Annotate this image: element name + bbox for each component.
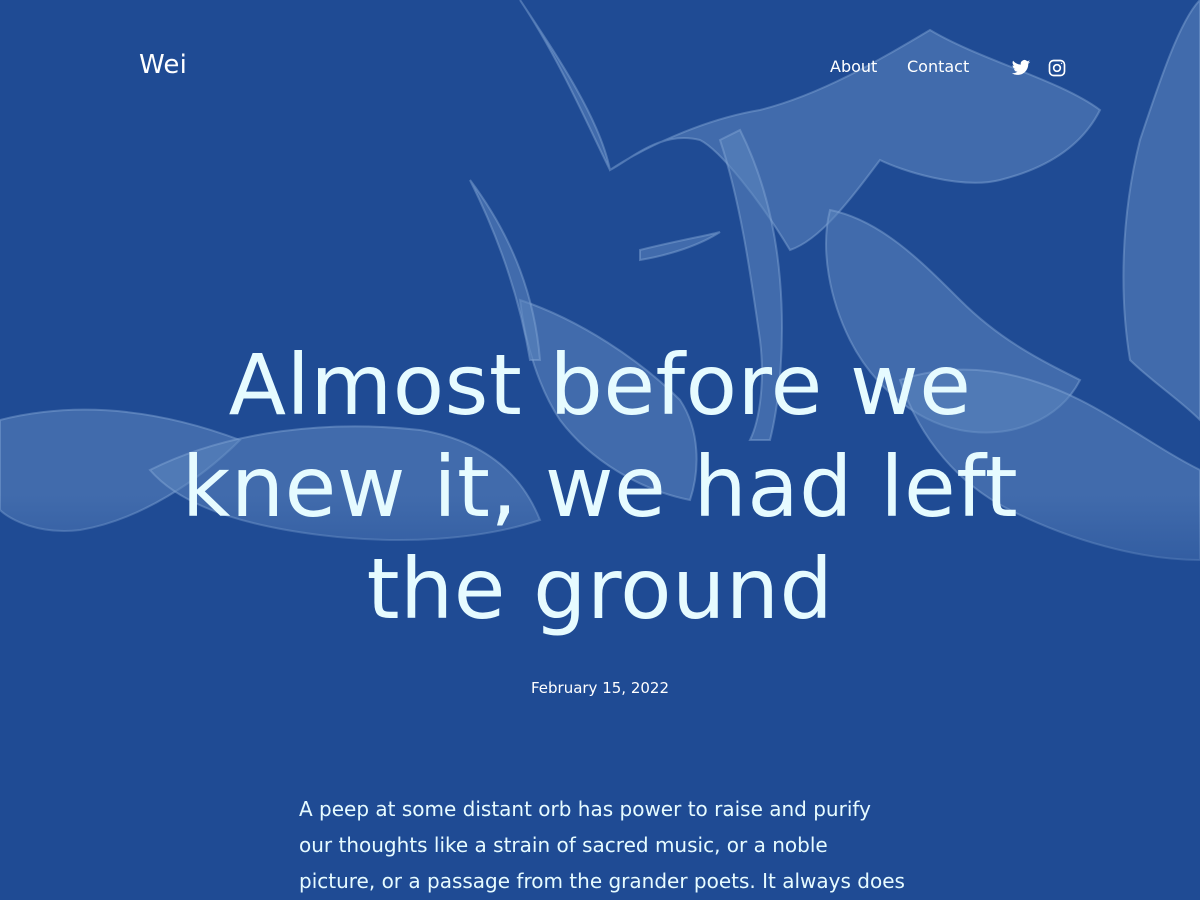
post-excerpt: A peep at some distant orb has power to … [299,797,905,893]
instagram-icon[interactable] [1047,58,1067,78]
post-title: Almost before we knew it, we had left th… [181,336,1019,638]
site-header: Wei About Contact [0,0,1200,134]
nav-item-about[interactable]: About [830,57,877,76]
post-date: February 15, 2022 [530,679,670,697]
twitter-icon[interactable] [1011,58,1031,78]
nav-item-contact[interactable]: Contact [907,57,969,76]
